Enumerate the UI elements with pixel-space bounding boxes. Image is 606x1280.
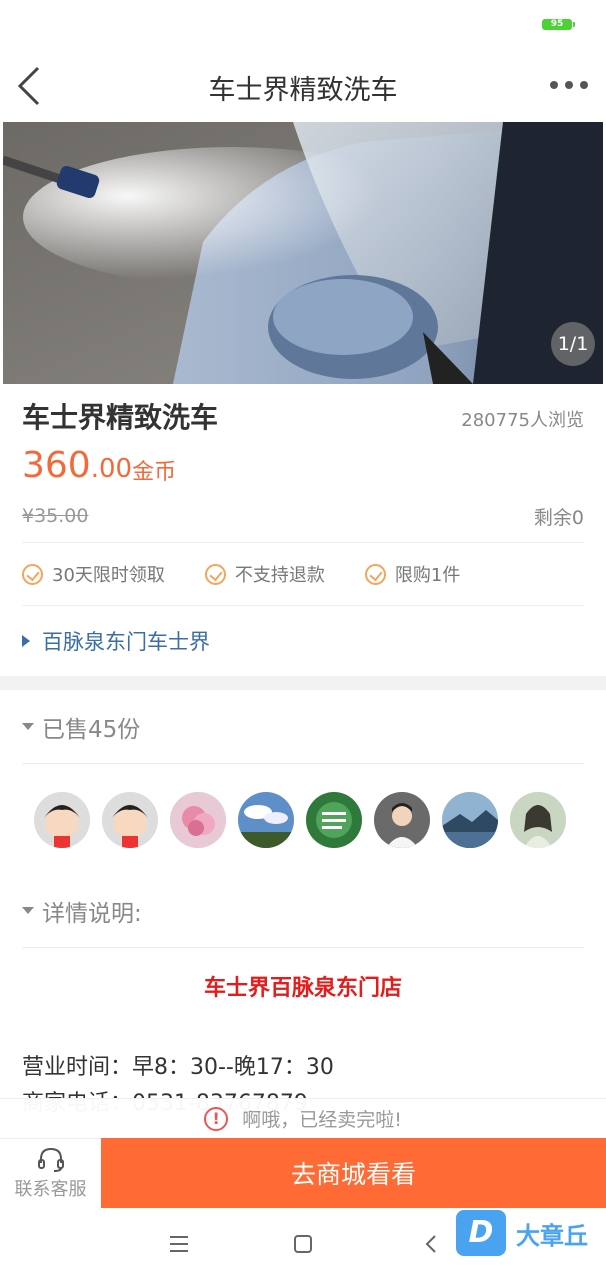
tag-item: 不支持退款 bbox=[204, 561, 325, 587]
system-back-icon[interactable] bbox=[424, 1234, 438, 1254]
customer-service-button[interactable]: 联系客服 bbox=[0, 1138, 101, 1208]
menu-icon[interactable] bbox=[170, 1236, 188, 1252]
triangle-right-icon bbox=[22, 635, 30, 647]
price: 360 .00 金币 bbox=[22, 436, 584, 494]
detail-section: 详情说明: 车士界百脉泉东门店 营业时间：早8：30--晚17：30 商家电话：… bbox=[0, 874, 606, 1122]
home-icon[interactable] bbox=[294, 1235, 312, 1253]
avatar[interactable] bbox=[374, 792, 430, 848]
original-price: ¥35.00 bbox=[22, 505, 89, 527]
view-count: 280775人浏览 bbox=[461, 410, 584, 431]
product-title: 车士界精致洗车 bbox=[22, 401, 219, 434]
car-wash-photo bbox=[3, 122, 603, 384]
product-info: 车士界精致洗车 280775人浏览 360 .00 金币 ¥35.00 剩余0 … bbox=[0, 384, 606, 676]
watermark-text: 大章丘 bbox=[516, 1221, 588, 1250]
tag-label: 30天限时领取 bbox=[52, 565, 165, 586]
avatar[interactable] bbox=[102, 792, 158, 848]
store-link[interactable]: 百脉泉东门车士界 bbox=[22, 606, 584, 676]
tag-label: 不支持退款 bbox=[234, 565, 325, 586]
product-image[interactable]: 1/1 bbox=[3, 122, 603, 384]
check-circle-icon bbox=[22, 563, 43, 585]
price-decimal: .00 bbox=[90, 454, 133, 484]
tag-list: 30天限时领取 不支持退款 限购1件 bbox=[22, 542, 584, 606]
check-circle-icon bbox=[204, 563, 226, 585]
remaining-stock: 剩余0 bbox=[533, 506, 584, 529]
triangle-down-icon bbox=[22, 907, 34, 914]
avatar[interactable] bbox=[238, 792, 294, 848]
avatar[interactable] bbox=[306, 792, 362, 848]
tag-label: 限购1件 bbox=[394, 565, 461, 586]
sold-out-text: 啊哦，已经卖完啦! bbox=[242, 1109, 402, 1131]
check-circle-icon bbox=[364, 563, 386, 585]
nav-bar: 车士界精致洗车 bbox=[0, 50, 606, 122]
tag-item: 30天限时领取 bbox=[22, 561, 165, 587]
sold-count: 已售45份 bbox=[42, 716, 141, 743]
price-unit: 金币 bbox=[132, 460, 177, 485]
avatar[interactable] bbox=[34, 792, 90, 848]
sold-section: 已售45份 bbox=[0, 690, 606, 874]
triangle-down-icon bbox=[22, 723, 34, 730]
more-icon[interactable] bbox=[550, 76, 588, 94]
status-bar: 95 bbox=[0, 0, 606, 50]
image-counter: 1/1 bbox=[551, 322, 595, 366]
headset-icon bbox=[37, 1147, 64, 1172]
price-integer: 360 bbox=[22, 444, 91, 486]
avatar[interactable] bbox=[510, 792, 566, 848]
bottom-action-bar: 联系客服 去商城看看 bbox=[0, 1138, 606, 1208]
detail-title: 详情说明: bbox=[42, 900, 142, 927]
page-title: 车士界精致洗车 bbox=[208, 75, 398, 106]
avatar[interactable] bbox=[442, 792, 498, 848]
go-to-mall-button[interactable]: 去商城看看 bbox=[101, 1138, 606, 1208]
watermark: D 大章丘 bbox=[456, 1208, 588, 1258]
battery-icon: 95 bbox=[542, 19, 575, 30]
section-divider bbox=[0, 676, 606, 690]
store-name: 百脉泉东门车士界 bbox=[42, 630, 210, 654]
alert-icon: ! bbox=[204, 1106, 229, 1131]
shop-heading: 车士界百脉泉东门店 bbox=[203, 976, 402, 1001]
tag-item: 限购1件 bbox=[364, 561, 461, 587]
sold-out-notice: ! 啊哦，已经卖完啦! bbox=[0, 1098, 606, 1138]
buyer-avatars bbox=[22, 764, 584, 874]
business-hours: 营业时间：早8：30--晚17：30 bbox=[22, 1055, 334, 1080]
system-nav-bar: D 大章丘 bbox=[0, 1208, 606, 1280]
avatar[interactable] bbox=[170, 792, 226, 848]
customer-service-label: 联系客服 bbox=[14, 1178, 87, 1200]
watermark-logo: D bbox=[456, 1210, 506, 1256]
